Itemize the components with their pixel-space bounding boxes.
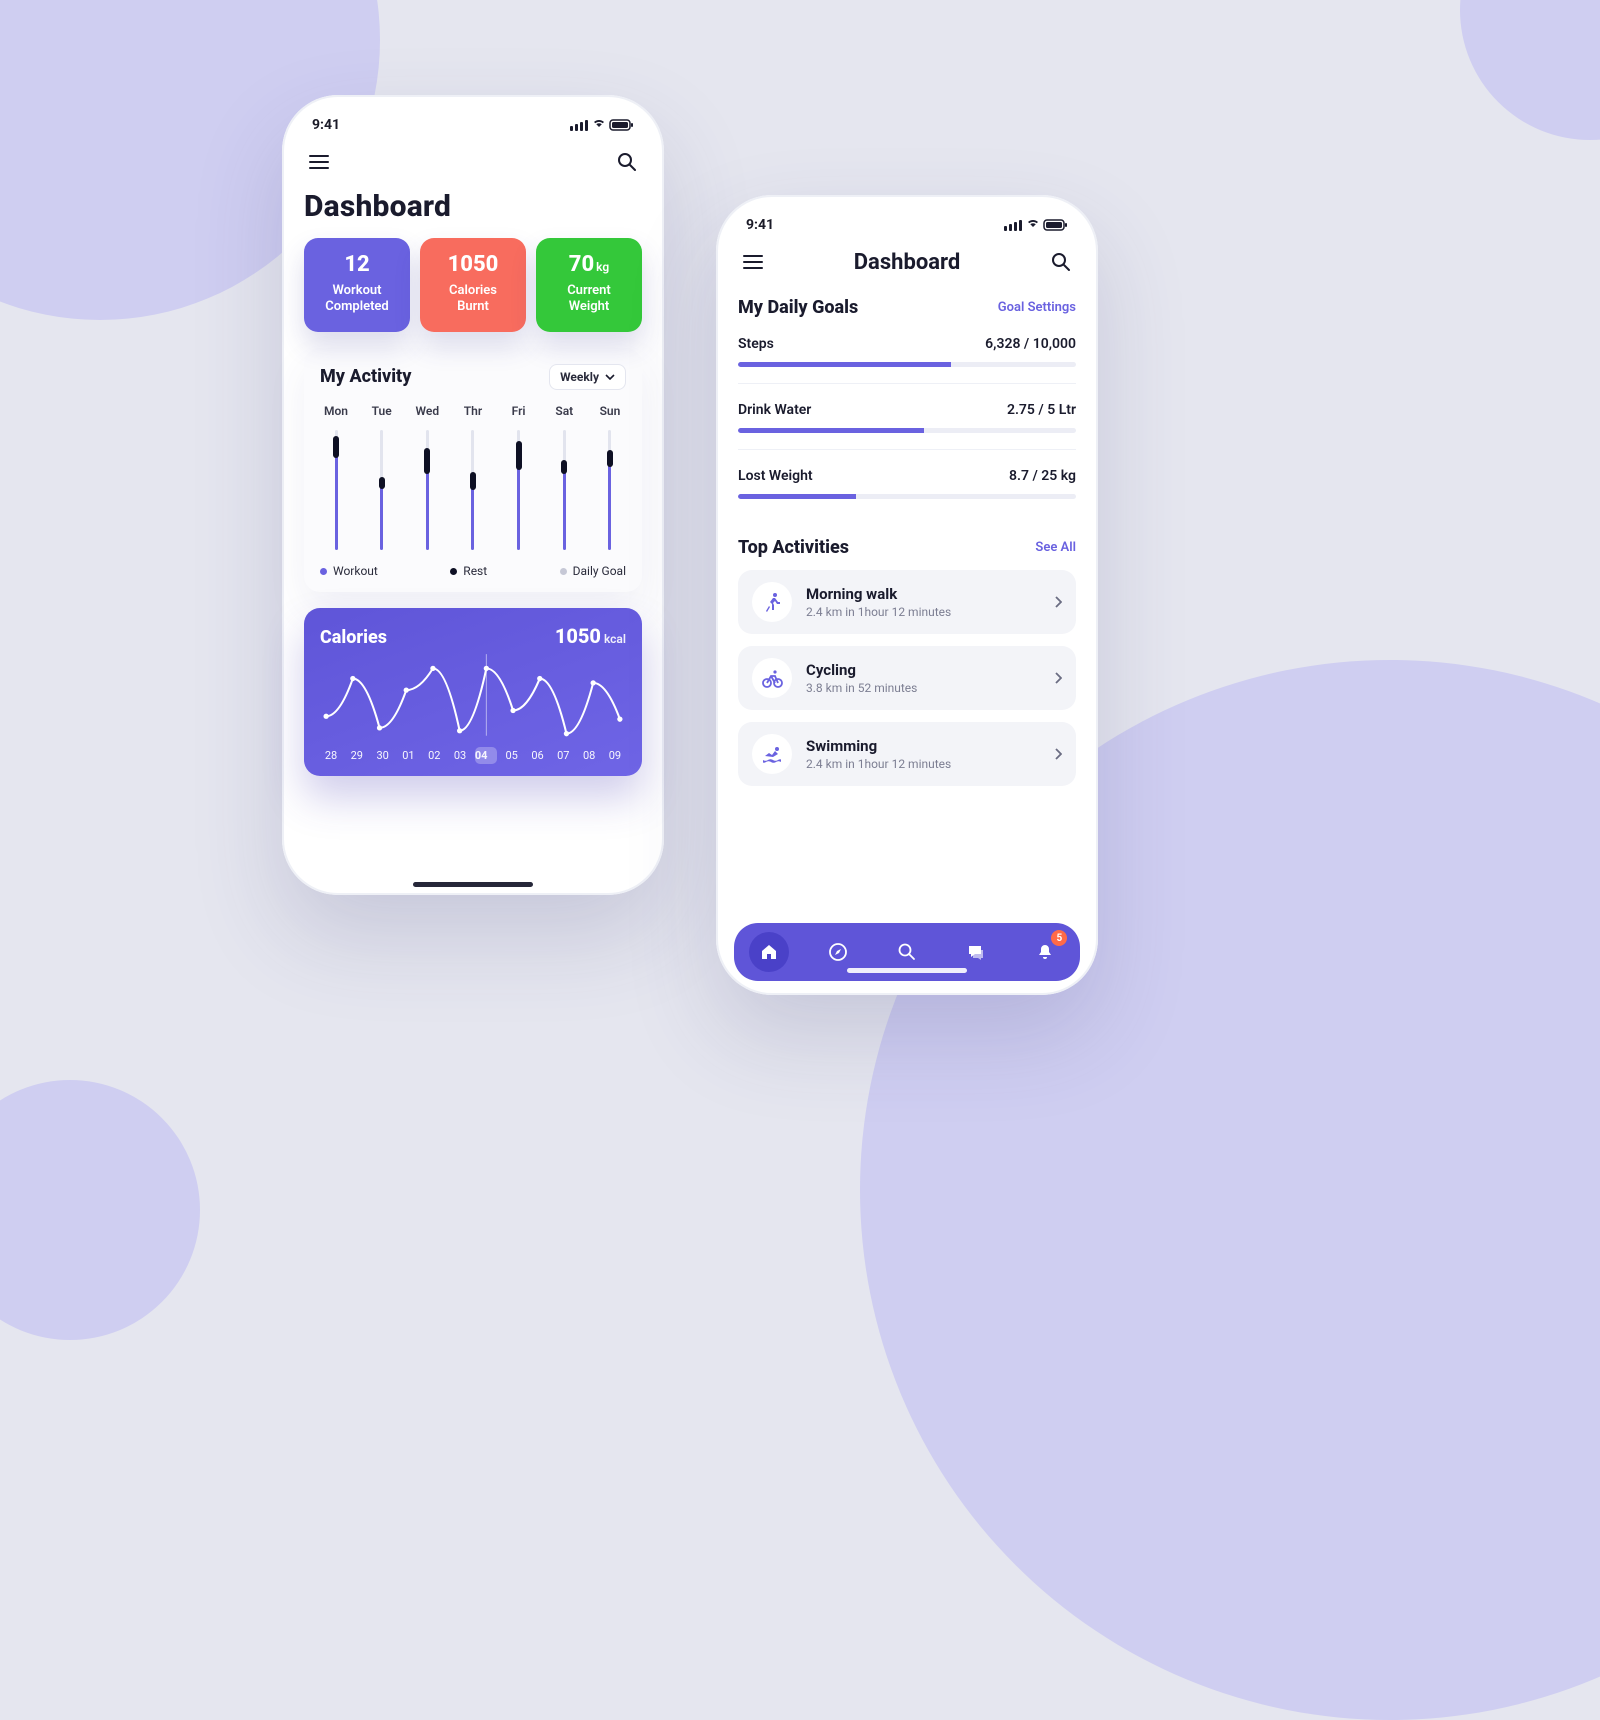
- swim-icon: [752, 734, 792, 774]
- goal-item: Steps6,328 / 10,000: [738, 336, 1076, 384]
- activity-day: Mon: [320, 404, 352, 550]
- tab-home[interactable]: [749, 932, 789, 972]
- chevron-right-icon: [1054, 593, 1062, 612]
- activities-list: Morning walk2.4 km in 1hour 12 minutes Cy…: [738, 570, 1076, 786]
- notification-badge: 5: [1051, 930, 1067, 946]
- calories-dates: 282930010203040506070809: [320, 747, 626, 764]
- see-all-link[interactable]: See All: [1035, 540, 1076, 555]
- activity-legend: Workout Rest Daily Goal: [320, 564, 626, 578]
- goal-item: Lost Weight8.7 / 25 kg: [738, 468, 1076, 515]
- phone-screen-goals: 9:41 Dashboard My Daily Goals Goal Setti…: [716, 195, 1098, 995]
- tab-messages[interactable]: [956, 932, 996, 972]
- calories-date[interactable]: 06: [527, 747, 549, 764]
- range-selector[interactable]: Weekly: [549, 364, 626, 390]
- home-indicator: [847, 968, 967, 973]
- activity-item[interactable]: Morning walk2.4 km in 1hour 12 minutes: [738, 570, 1076, 634]
- goal-settings-link[interactable]: Goal Settings: [998, 300, 1076, 315]
- goal-item: Drink Water2.75 / 5 Ltr: [738, 402, 1076, 450]
- calories-date[interactable]: 01: [397, 747, 419, 764]
- calories-date[interactable]: 07: [552, 747, 574, 764]
- search-icon[interactable]: [612, 147, 642, 177]
- calories-date[interactable]: 02: [423, 747, 445, 764]
- activity-day: Thr: [457, 404, 489, 550]
- status-icons: [1004, 218, 1068, 232]
- tab-notifications[interactable]: 5: [1025, 932, 1065, 972]
- chevron-right-icon: [1054, 669, 1062, 688]
- calories-date[interactable]: 28: [320, 747, 342, 764]
- goals-title: My Daily Goals: [738, 297, 858, 318]
- activity-day: Sat: [548, 404, 580, 550]
- calories-date[interactable]: 05: [501, 747, 523, 764]
- status-bar: 9:41: [304, 113, 642, 143]
- activity-day: Tue: [366, 404, 398, 550]
- activity-day: Wed: [411, 404, 443, 550]
- activity-day: Fri: [503, 404, 535, 550]
- calories-line-chart: [320, 648, 626, 740]
- calories-card: Calories 1050kcal 2829300102030405060708…: [304, 608, 642, 777]
- calories-date[interactable]: 04: [475, 747, 497, 764]
- calories-date[interactable]: 30: [372, 747, 394, 764]
- calories-title: Calories: [320, 627, 387, 648]
- calories-date[interactable]: 29: [346, 747, 368, 764]
- bike-icon: [752, 658, 792, 698]
- activity-title: My Activity: [320, 366, 411, 387]
- activity-day: Sun: [594, 404, 626, 550]
- status-bar: 9:41: [738, 213, 1076, 243]
- phone-screen-dashboard: 9:41 Dashboard 12 WorkoutCompleted 1050 …: [282, 95, 664, 895]
- page-title: Dashboard: [304, 187, 642, 238]
- home-indicator: [413, 882, 533, 887]
- stat-calories[interactable]: 1050 CaloriesBurnt: [420, 238, 526, 332]
- tab-search[interactable]: [887, 932, 927, 972]
- activity-chart: Mon Tue Wed Thr Fri Sat Sun: [320, 404, 626, 550]
- stats-row: 12 WorkoutCompleted 1050 CaloriesBurnt 7…: [304, 238, 642, 332]
- calories-date[interactable]: 03: [449, 747, 471, 764]
- calories-date[interactable]: 09: [604, 747, 626, 764]
- status-icons: [570, 118, 634, 132]
- tab-explore[interactable]: [818, 932, 858, 972]
- search-icon[interactable]: [1046, 247, 1076, 277]
- activity-item[interactable]: Swimming2.4 km in 1hour 12 minutes: [738, 722, 1076, 786]
- chevron-right-icon: [1054, 745, 1062, 764]
- status-time: 9:41: [312, 117, 340, 133]
- status-time: 9:41: [746, 217, 774, 233]
- hamburger-icon[interactable]: [304, 147, 334, 177]
- chevron-down-icon: [605, 374, 615, 380]
- hamburger-icon[interactable]: [738, 247, 768, 277]
- activity-item[interactable]: Cycling3.8 km in 52 minutes: [738, 646, 1076, 710]
- activities-title: Top Activities: [738, 537, 849, 558]
- calories-date[interactable]: 08: [578, 747, 600, 764]
- goals-list: Steps6,328 / 10,000 Drink Water2.75 / 5 L…: [738, 336, 1076, 515]
- stat-workouts[interactable]: 12 WorkoutCompleted: [304, 238, 410, 332]
- run-icon: [752, 582, 792, 622]
- page-title: Dashboard: [854, 250, 961, 275]
- stat-weight[interactable]: 70kg CurrentWeight: [536, 238, 642, 332]
- activity-card: My Activity Weekly Mon Tue Wed Thr Fri Sat Sun…: [304, 348, 642, 592]
- bottom-tab-bar: 5: [734, 923, 1080, 981]
